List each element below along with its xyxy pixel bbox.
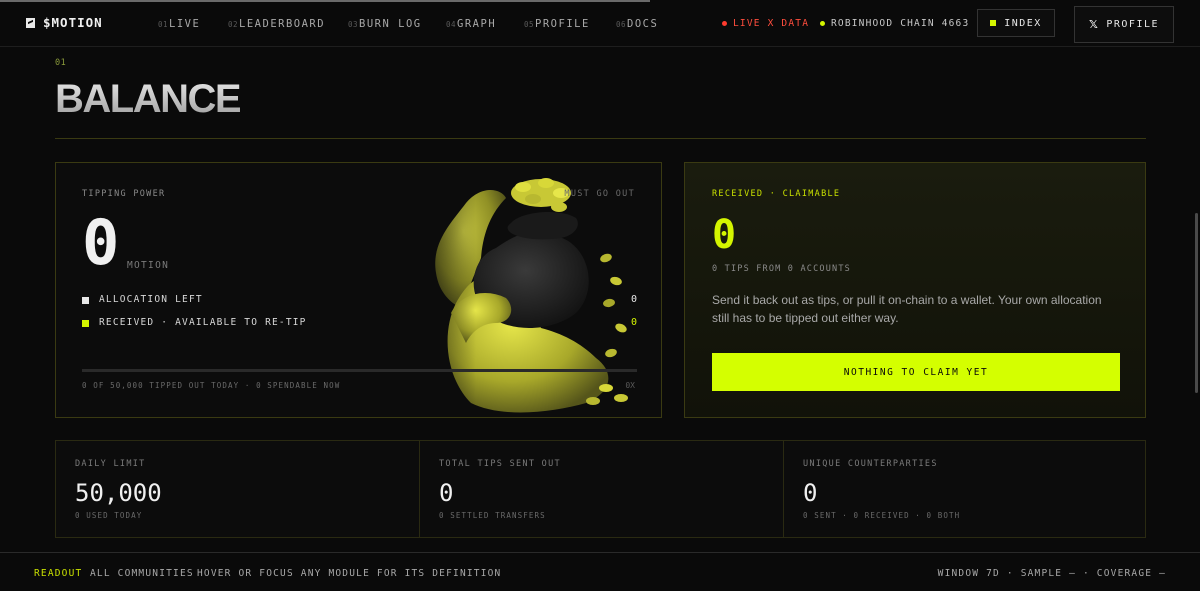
index-square-icon bbox=[990, 20, 997, 26]
chain-label: ROBINHOOD CHAIN 4663 bbox=[831, 18, 970, 29]
received-retip-row: RECEIVED · AVAILABLE TO RE-TIP 0 bbox=[82, 317, 637, 331]
brand-name: $MOTION bbox=[43, 15, 103, 30]
stat-sub: 0 SENT · 0 RECEIVED · 0 BOTH bbox=[803, 511, 961, 520]
nav-item-leaderboard[interactable]: 02LEADERBOARD bbox=[228, 18, 325, 30]
claimable-value: 0 bbox=[712, 212, 737, 258]
scrollbar[interactable] bbox=[1195, 213, 1198, 393]
received-retip-label: RECEIVED · AVAILABLE TO RE-TIP bbox=[99, 317, 307, 328]
allocation-swatch bbox=[82, 297, 89, 304]
stat-label: TOTAL TIPS SENT OUT bbox=[439, 459, 561, 469]
stat-value: 50,000 bbox=[75, 479, 162, 507]
nav-item-burn-log[interactable]: 03BURN LOG bbox=[348, 18, 422, 30]
module-hint: HOVER OR FOCUS ANY MODULE FOR ITS DEFINI… bbox=[197, 568, 502, 579]
stats-row: DAILY LIMIT 50,000 0 USED TODAY TOTAL TI… bbox=[55, 440, 1146, 538]
page-title: BALANCE bbox=[55, 77, 242, 121]
index-button-label: INDEX bbox=[1004, 17, 1042, 29]
claimable-card[interactable]: RECEIVED · CLAIMABLE 0 0 TIPS FROM 0 ACC… bbox=[684, 162, 1146, 418]
received-retip-value: 0 bbox=[630, 317, 637, 328]
stat-unique-counterparties[interactable]: UNIQUE COUNTERPARTIES 0 0 SENT · 0 RECEI… bbox=[783, 441, 1145, 537]
stat-sub: 0 USED TODAY bbox=[75, 511, 143, 520]
page-progress-bar bbox=[0, 0, 650, 2]
must-go-out-badge: MUST GO OUT bbox=[564, 189, 635, 199]
brand-link[interactable]: $MOTION bbox=[26, 15, 103, 30]
section-divider bbox=[55, 138, 1146, 139]
stat-label: UNIQUE COUNTERPARTIES bbox=[803, 459, 938, 469]
readout-label: READOUT bbox=[34, 568, 83, 579]
stat-sub: 0 SETTLED TRANSFERS bbox=[439, 511, 546, 520]
x-logo-icon: 𝕏 bbox=[1088, 18, 1100, 31]
nav-item-profile[interactable]: 05PROFILE bbox=[524, 18, 590, 30]
nav-item-live[interactable]: 01LIVE bbox=[158, 18, 200, 30]
claimable-label: RECEIVED · CLAIMABLE bbox=[712, 189, 841, 199]
tipped-out-footnote: 0 OF 50,000 TIPPED OUT TODAY · 0 SPENDAB… bbox=[82, 381, 341, 390]
mascot-fade-overlay bbox=[386, 163, 476, 417]
tipping-power-unit: MOTION bbox=[127, 260, 170, 271]
readout-footer: READOUT ALL COMMUNITIES HOVER OR FOCUS A… bbox=[0, 552, 1200, 591]
index-button[interactable]: INDEX bbox=[977, 9, 1055, 37]
allocation-left-row: ALLOCATION LEFT 0 bbox=[82, 294, 637, 308]
tipping-power-value: 0 bbox=[82, 206, 120, 279]
tipped-progress-track bbox=[82, 369, 637, 372]
motion-logo-icon bbox=[26, 17, 35, 28]
tipping-power-label: TIPPING POWER bbox=[82, 189, 166, 199]
claim-button[interactable]: NOTHING TO CLAIM YET bbox=[712, 353, 1120, 391]
stat-value: 0 bbox=[803, 479, 818, 507]
claimable-description: Send it back out as tips, or pull it on-… bbox=[712, 293, 1102, 325]
profile-button[interactable]: 𝕏 PROFILE bbox=[1074, 6, 1174, 43]
stat-label: DAILY LIMIT bbox=[75, 459, 146, 469]
chain-dot-icon bbox=[820, 21, 825, 26]
top-nav: $MOTION 01LIVE 02LEADERBOARD 03BURN LOG … bbox=[0, 0, 1200, 47]
live-label: LIVE X DATA bbox=[733, 18, 810, 29]
nav-item-docs[interactable]: 06DOCS bbox=[616, 18, 658, 30]
claimable-sub: 0 TIPS FROM 0 ACCOUNTS bbox=[712, 264, 851, 274]
live-data-indicator: LIVE X DATA bbox=[722, 18, 809, 29]
stat-daily-limit[interactable]: DAILY LIMIT 50,000 0 USED TODAY bbox=[56, 441, 419, 537]
allocation-left-label: ALLOCATION LEFT bbox=[99, 294, 203, 305]
window-coverage-info: WINDOW 7D · SAMPLE — · COVERAGE — bbox=[937, 568, 1166, 579]
nav-item-graph[interactable]: 04GRAPH bbox=[446, 18, 496, 30]
chain-indicator: ROBINHOOD CHAIN 4663 bbox=[820, 18, 969, 29]
multiplier-label: 0X bbox=[625, 381, 635, 390]
communities-filter[interactable]: ALL COMMUNITIES bbox=[90, 568, 194, 579]
received-swatch bbox=[82, 320, 89, 327]
tipping-power-card[interactable]: TIPPING POWER MUST GO OUT 0 MOTION ALLOC… bbox=[55, 162, 662, 418]
allocation-left-value: 0 bbox=[630, 294, 637, 305]
live-dot-icon bbox=[722, 21, 727, 26]
stat-value: 0 bbox=[439, 479, 454, 507]
section-number: 01 bbox=[55, 58, 67, 68]
profile-button-label: PROFILE bbox=[1106, 19, 1160, 30]
stat-total-tips[interactable]: TOTAL TIPS SENT OUT 0 0 SETTLED TRANSFER… bbox=[419, 441, 783, 537]
